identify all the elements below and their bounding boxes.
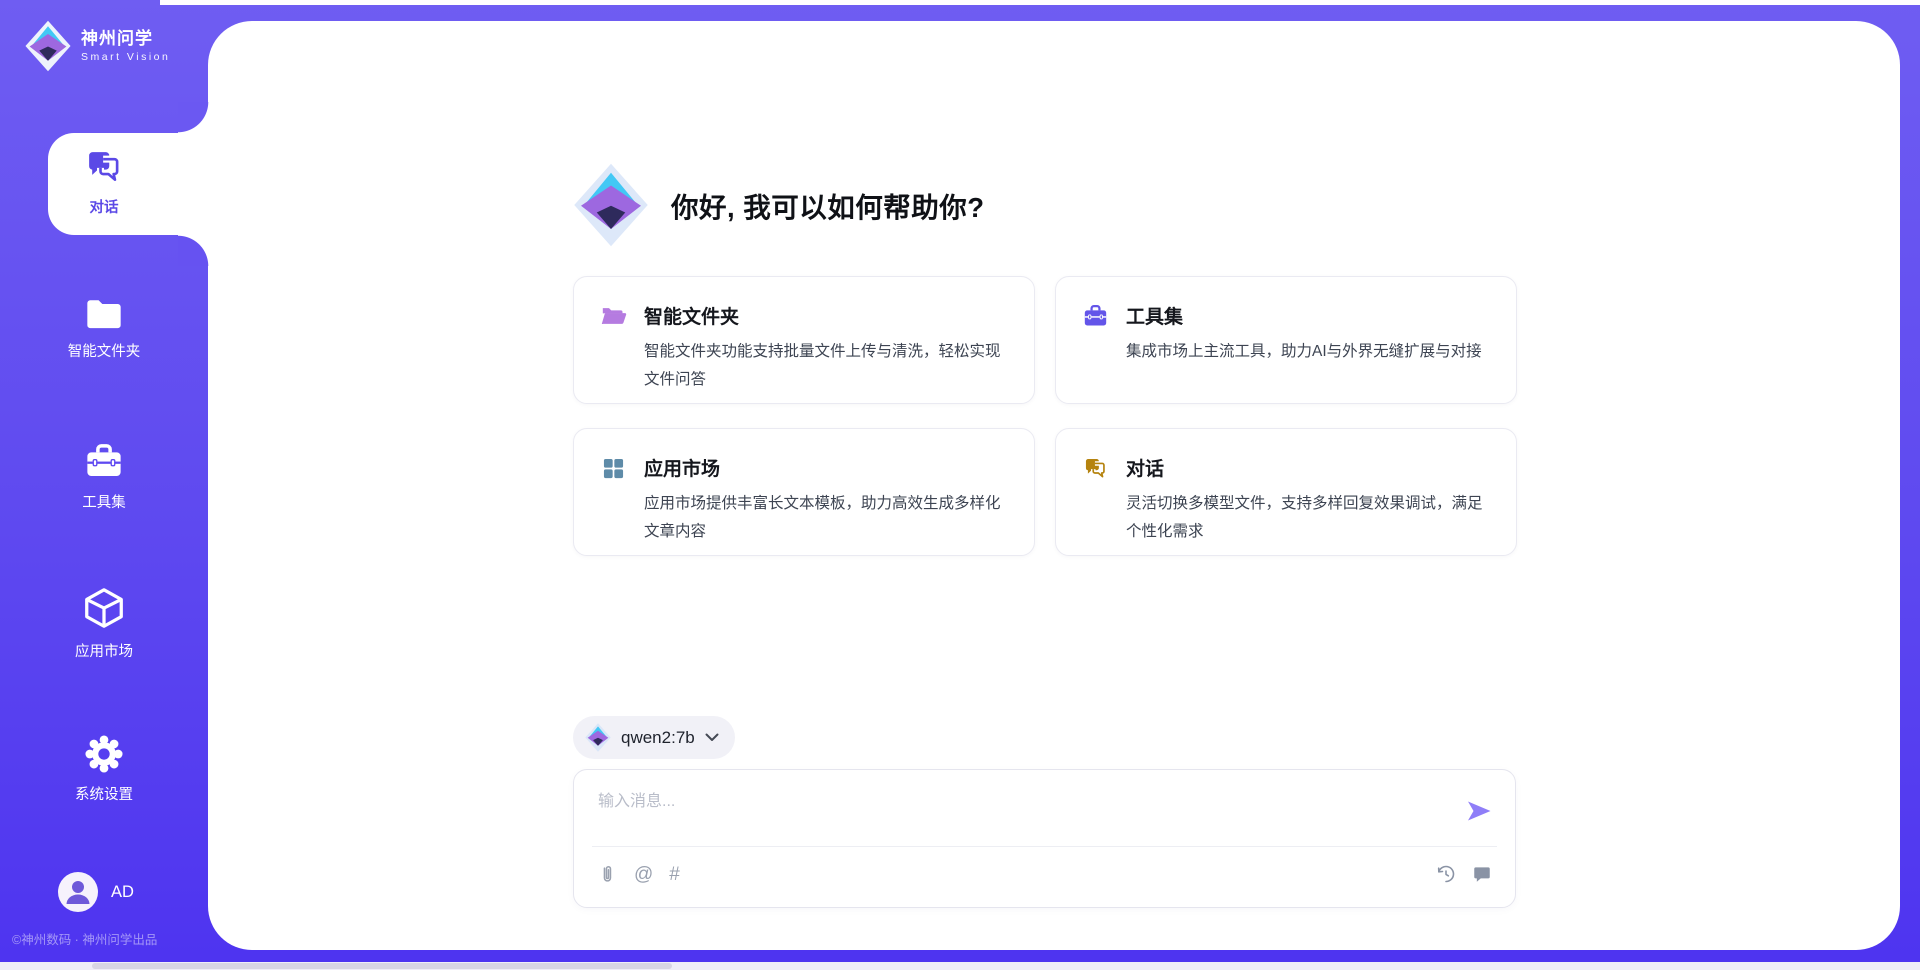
brand-subtitle: Smart Vision <box>81 51 170 63</box>
sidebar-item-app-market[interactable]: 应用市场 <box>0 586 208 661</box>
composer-tools-left: @ # <box>596 863 680 885</box>
card-description: 应用市场提供丰富长文本模板，助力高效生成多样化文章内容 <box>644 490 1006 545</box>
diamond-logo-icon <box>573 163 649 247</box>
person-icon <box>58 872 98 912</box>
sidebar-item-label: 智能文件夹 <box>68 340 141 361</box>
message-composer: @ # <box>573 769 1516 908</box>
greeting-title: 你好, 我可以如何帮助你? <box>671 185 985 225</box>
sidebar-item-smart-folders[interactable]: 智能文件夹 <box>0 296 208 361</box>
app-grid-icon <box>600 455 627 482</box>
attachment-icon[interactable] <box>596 863 618 885</box>
top-edge <box>160 0 1920 5</box>
feature-cards: 智能文件夹 智能文件夹功能支持批量文件上传与清洗，轻松实现文件问答 工具集 集成… <box>573 276 1517 556</box>
send-button[interactable] <box>1465 797 1493 825</box>
sidebar-item-toolset[interactable]: 工具集 <box>0 441 208 512</box>
card-title: 应用市场 <box>644 454 1006 481</box>
active-tab-curve-top <box>178 102 209 133</box>
avatar <box>58 872 98 912</box>
card-smart-folders[interactable]: 智能文件夹 智能文件夹功能支持批量文件上传与清洗，轻松实现文件问答 <box>573 276 1035 404</box>
sidebar-item-label: 工具集 <box>82 491 126 512</box>
brand-name: 神州问学 <box>81 29 170 49</box>
card-toolset[interactable]: 工具集 集成市场上主流工具，助力AI与外界无缝扩展与对接 <box>1055 276 1517 404</box>
scrollbar-thumb[interactable] <box>92 963 672 969</box>
topic-icon[interactable]: # <box>669 865 680 884</box>
card-description: 集成市场上主流工具，助力AI与外界无缝扩展与对接 <box>1126 338 1488 366</box>
horizontal-scrollbar[interactable] <box>0 962 1920 970</box>
composer-divider <box>592 846 1497 847</box>
brand-logo: 神州问学 Smart Vision <box>25 20 170 72</box>
active-tab-curve-bottom <box>178 235 209 266</box>
model-name: qwen2:7b <box>621 728 695 748</box>
folder-icon <box>84 296 124 332</box>
chevron-down-icon <box>705 733 719 742</box>
sidebar-item-label: 对话 <box>90 196 119 217</box>
chat-bubbles-icon <box>83 146 125 188</box>
diamond-logo-icon <box>25 20 71 72</box>
gear-icon <box>83 733 125 775</box>
diamond-logo-icon <box>585 723 611 752</box>
message-input[interactable] <box>596 784 1436 820</box>
card-title: 智能文件夹 <box>644 302 1006 329</box>
mention-icon[interactable]: @ <box>634 865 653 884</box>
copyright-footer: ©神州数码 · 神州问学出品 <box>12 929 157 948</box>
card-app-market[interactable]: 应用市场 应用市场提供丰富长文本模板，助力高效生成多样化文章内容 <box>573 428 1035 556</box>
sidebar-item-label: 应用市场 <box>75 640 133 661</box>
toolbox-icon <box>83 441 125 483</box>
model-selector[interactable]: qwen2:7b <box>573 716 735 759</box>
greeting-block: 你好, 我可以如何帮助你? <box>573 163 985 247</box>
send-icon <box>1465 797 1493 825</box>
composer-tools-right <box>1435 863 1493 885</box>
card-description: 智能文件夹功能支持批量文件上传与清洗，轻松实现文件问答 <box>644 338 1006 393</box>
folder-open-icon <box>600 303 627 330</box>
sidebar-item-chat[interactable]: 对话 <box>0 146 208 217</box>
cube-icon <box>81 586 127 632</box>
card-chat[interactable]: 对话 灵活切换多模型文件，支持多样回复效果调试，满足个性化需求 <box>1055 428 1517 556</box>
chat-bubbles-icon <box>1082 455 1109 482</box>
user-account[interactable]: AD <box>58 872 134 912</box>
app-window: 神州问学 Smart Vision 对话 智能文件夹 工具集 <box>0 0 1920 970</box>
history-icon[interactable] <box>1435 863 1457 885</box>
card-title: 工具集 <box>1126 302 1488 329</box>
card-description: 灵活切换多模型文件，支持多样回复效果调试，满足个性化需求 <box>1126 490 1488 545</box>
card-title: 对话 <box>1126 454 1488 481</box>
toolbox-icon <box>1082 303 1109 330</box>
sidebar-item-settings[interactable]: 系统设置 <box>0 733 208 804</box>
feedback-icon[interactable] <box>1471 863 1493 885</box>
user-name: AD <box>111 883 134 902</box>
sidebar-item-label: 系统设置 <box>75 783 133 804</box>
